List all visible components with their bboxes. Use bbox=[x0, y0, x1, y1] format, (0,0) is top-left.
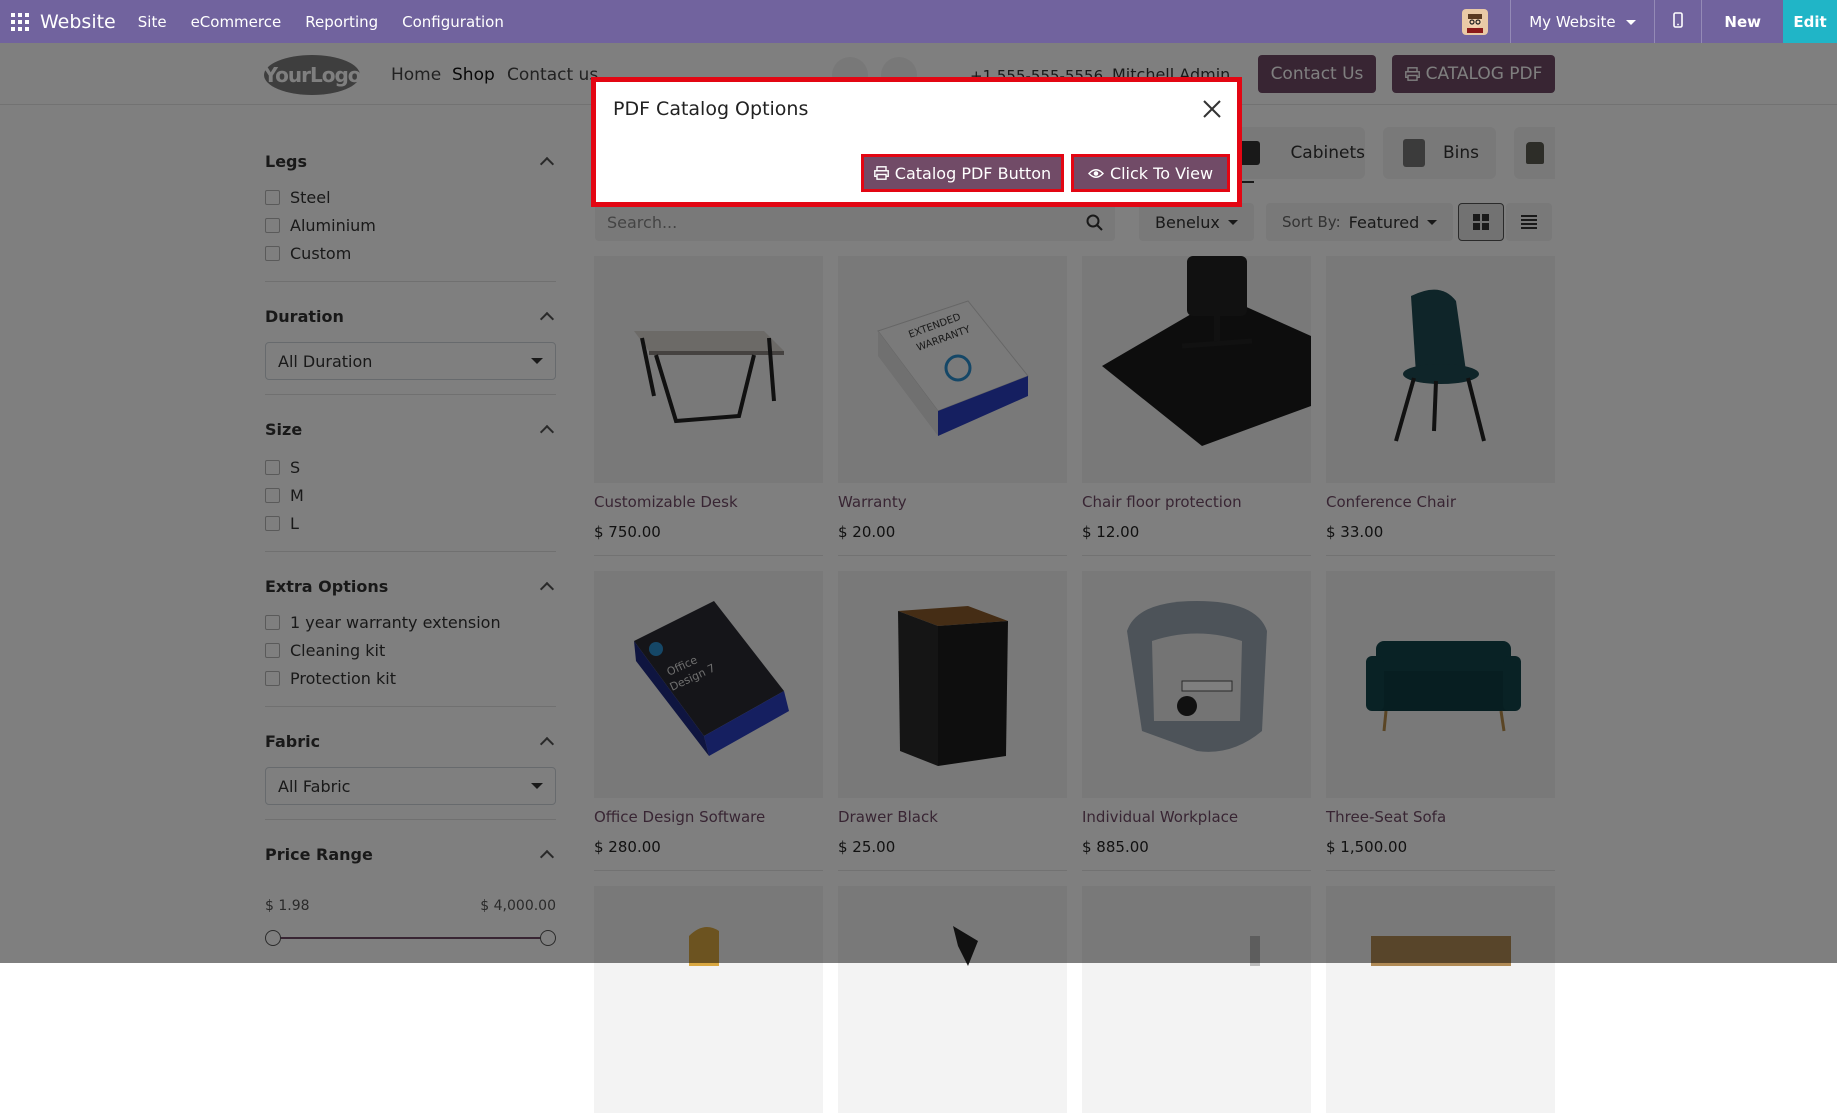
top-navbar: Website Site eCommerce Reporting Configu… bbox=[0, 0, 1837, 43]
website-selector-label: My Website bbox=[1529, 12, 1616, 31]
caret-down-icon bbox=[1626, 19, 1637, 25]
topbar-right: My Website New Edit bbox=[1462, 0, 1837, 43]
close-icon[interactable] bbox=[1201, 98, 1223, 120]
pdf-catalog-options-dialog: PDF Catalog Options Catalog PDF Button C… bbox=[591, 77, 1242, 207]
click-to-view-button[interactable]: Click To View bbox=[1071, 154, 1230, 192]
user-avatar[interactable] bbox=[1462, 8, 1489, 35]
menu-ecommerce[interactable]: eCommerce bbox=[191, 13, 282, 31]
eye-icon bbox=[1087, 168, 1104, 178]
print-icon bbox=[873, 166, 889, 180]
dialog-title: PDF Catalog Options bbox=[613, 98, 809, 120]
new-button[interactable]: New bbox=[1702, 13, 1783, 31]
website-selector[interactable]: My Website bbox=[1511, 13, 1654, 31]
catalog-pdf-dialog-label: Catalog PDF Button bbox=[894, 163, 1052, 183]
menu-reporting[interactable]: Reporting bbox=[305, 13, 378, 31]
edit-button[interactable]: Edit bbox=[1783, 0, 1837, 43]
menu-configuration[interactable]: Configuration bbox=[402, 13, 504, 31]
click-to-view-label: Click To View bbox=[1109, 163, 1214, 183]
app-brand[interactable]: Website bbox=[40, 11, 116, 33]
catalog-pdf-dialog-button[interactable]: Catalog PDF Button bbox=[861, 154, 1064, 192]
mobile-preview-icon[interactable] bbox=[1655, 11, 1701, 32]
menu-site[interactable]: Site bbox=[138, 13, 167, 31]
apps-grid-icon[interactable] bbox=[0, 0, 40, 43]
